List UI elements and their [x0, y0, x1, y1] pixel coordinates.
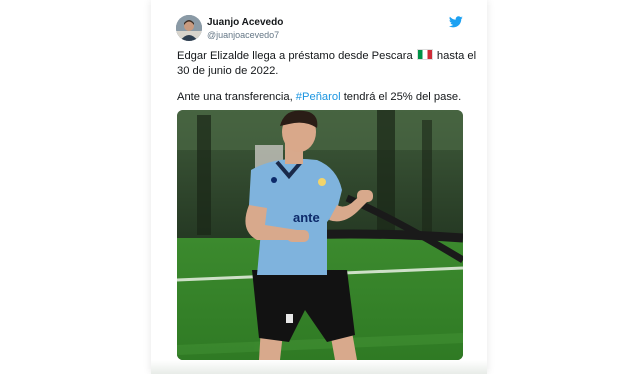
- tweet-photo[interactable]: ante: [177, 110, 463, 360]
- avatar[interactable]: [176, 15, 202, 41]
- card-bottom-edge: [151, 360, 487, 374]
- tweet-text-segment: Ante una transferencia,: [177, 91, 293, 103]
- tweet-text-line-3: Ante una transferencia, #Peñarol tendrá …: [177, 90, 477, 105]
- avatar-photo: [176, 15, 202, 41]
- twitter-bird-icon[interactable]: [449, 16, 463, 28]
- tweet-text-segment: Edgar Elizalde llega a préstamo desde Pe…: [177, 50, 413, 62]
- hashtag-link[interactable]: #Peñarol: [296, 91, 341, 103]
- tweet-text-line-1: Edgar Elizalde llega a préstamo desde Pe…: [177, 49, 477, 64]
- italy-flag-icon: [416, 49, 433, 60]
- author-handle[interactable]: @juanjoacevedo7: [207, 30, 279, 40]
- soccer-player-photo: ante: [177, 110, 463, 360]
- author-display-name[interactable]: Juanjo Acevedo: [207, 17, 283, 28]
- tweet-text-segment: tendrá el 25% del pase.: [343, 91, 462, 103]
- tweet-text-line-2: 30 de junio de 2022.: [177, 65, 279, 77]
- shirt-sponsor: ante: [293, 210, 320, 225]
- tweet-text-segment: hasta el: [436, 50, 477, 62]
